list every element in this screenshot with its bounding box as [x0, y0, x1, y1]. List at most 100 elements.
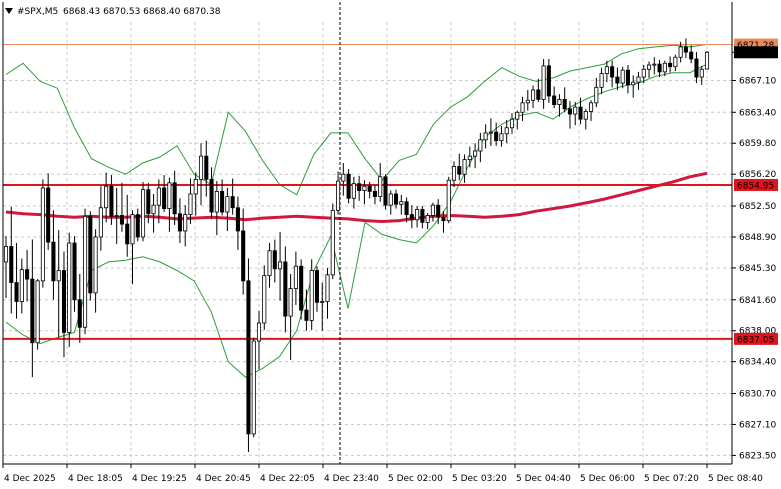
- candle-body: [441, 216, 446, 222]
- candle: [119, 182, 124, 232]
- x-tick-label: 5 Dec 02:00: [388, 474, 443, 484]
- candle-body: [383, 176, 388, 206]
- candle: [652, 57, 657, 75]
- bollinger-upper-band: [5, 43, 708, 196]
- candle: [636, 71, 641, 90]
- candle-body: [130, 214, 135, 245]
- candle-body: [415, 209, 420, 221]
- candle-body: [562, 98, 567, 110]
- candle-body: [246, 280, 251, 435]
- candle-body: [546, 65, 551, 97]
- candle-body: [283, 261, 288, 317]
- candle-body: [520, 102, 525, 113]
- candle-body: [462, 159, 467, 175]
- candle-body: [625, 69, 630, 86]
- candle: [336, 171, 341, 215]
- candle: [683, 38, 688, 59]
- candle-body: [583, 111, 588, 120]
- candle: [689, 45, 694, 64]
- candle: [594, 77, 599, 108]
- candle-body: [473, 150, 478, 157]
- candle-body: [409, 214, 414, 221]
- candle: [625, 64, 630, 94]
- candle: [88, 211, 93, 301]
- candle-body: [483, 132, 488, 141]
- triangle-down-icon[interactable]: [5, 8, 13, 14]
- x-tick-label: 5 Dec 06:00: [580, 474, 635, 484]
- y-tick-label: 6834.40: [739, 358, 776, 368]
- candle-body: [214, 191, 219, 213]
- candle-body: [141, 189, 146, 238]
- candle: [610, 60, 615, 88]
- y-tick-label: 6856.20: [739, 170, 776, 180]
- symbol-label: #SPX,M5: [17, 7, 58, 17]
- candle: [40, 179, 45, 288]
- candle: [230, 178, 235, 215]
- price-chart: 6870.38 6867.10 6863.40 6859.80 6856.20 6852.…: [0, 0, 781, 489]
- y-tick-label: 6859.80: [739, 139, 776, 149]
- candle: [631, 75, 636, 98]
- candle: [372, 185, 377, 205]
- candle-body: [119, 215, 124, 225]
- candle: [130, 210, 135, 285]
- candle-body: [515, 111, 520, 120]
- candle-body: [388, 193, 393, 206]
- y-tick-label: 6852.50: [739, 202, 776, 212]
- candle-body: [235, 207, 240, 232]
- candle: [357, 175, 362, 201]
- x-axis-ticks: 4 Dec 2025 4 Dec 18:05 4 Dec 19:25 4 Dec 20…: [2, 464, 763, 484]
- candle: [552, 86, 557, 108]
- candle: [699, 65, 704, 85]
- candle-body: [40, 187, 45, 282]
- candle: [125, 194, 130, 257]
- y-tick-label: 6841.60: [739, 296, 776, 306]
- candle: [225, 187, 230, 231]
- candle-body: [673, 56, 678, 68]
- candle-body: [162, 187, 167, 210]
- candle-body: [135, 214, 140, 238]
- y-tick-label: 6848.90: [739, 233, 776, 243]
- y-tick-label: 6830.70: [739, 389, 776, 399]
- candle: [135, 208, 140, 242]
- candle-body: [678, 46, 683, 58]
- candle: [25, 249, 30, 302]
- candle-body: [509, 118, 515, 129]
- candle: [209, 167, 214, 219]
- candle-body: [525, 99, 530, 104]
- candle-body: [704, 51, 710, 70]
- candle-body: [114, 215, 119, 217]
- candle: [177, 198, 182, 243]
- candle: [704, 50, 710, 70]
- x-tick-label: 5 Dec 08:40: [708, 474, 763, 484]
- x-tick-label: 5 Dec 04:40: [516, 474, 571, 484]
- x-tick-label: 4 Dec 23:40: [324, 474, 379, 484]
- candle: [19, 258, 24, 314]
- candle-body: [241, 230, 246, 282]
- x-tick-label: 4 Dec 2025: [4, 474, 56, 484]
- candle-body: [362, 185, 367, 191]
- candle: [383, 174, 388, 210]
- candle: [620, 66, 625, 89]
- candle: [346, 169, 351, 204]
- candle: [272, 239, 277, 283]
- candle-body: [146, 189, 151, 215]
- candle-body: [88, 215, 93, 294]
- candle: [246, 258, 251, 452]
- candle-body: [188, 193, 193, 216]
- candle-body: [98, 207, 103, 238]
- candle-body: [552, 95, 557, 105]
- candle-body: [35, 280, 40, 344]
- candle-body: [378, 176, 383, 197]
- candle-body: [478, 139, 483, 152]
- candle: [451, 161, 457, 188]
- candle: [293, 251, 298, 305]
- candle: [267, 243, 272, 288]
- candle-body: [272, 250, 277, 270]
- candle-body: [578, 106, 583, 120]
- candle: [589, 100, 594, 121]
- current-price-tag-label: 6870.38: [737, 49, 774, 59]
- x-tick-label: 4 Dec 20:45: [196, 474, 251, 484]
- y-tick-label: 6863.40: [739, 108, 776, 118]
- candle-body: [125, 223, 130, 245]
- candle-body: [399, 201, 404, 205]
